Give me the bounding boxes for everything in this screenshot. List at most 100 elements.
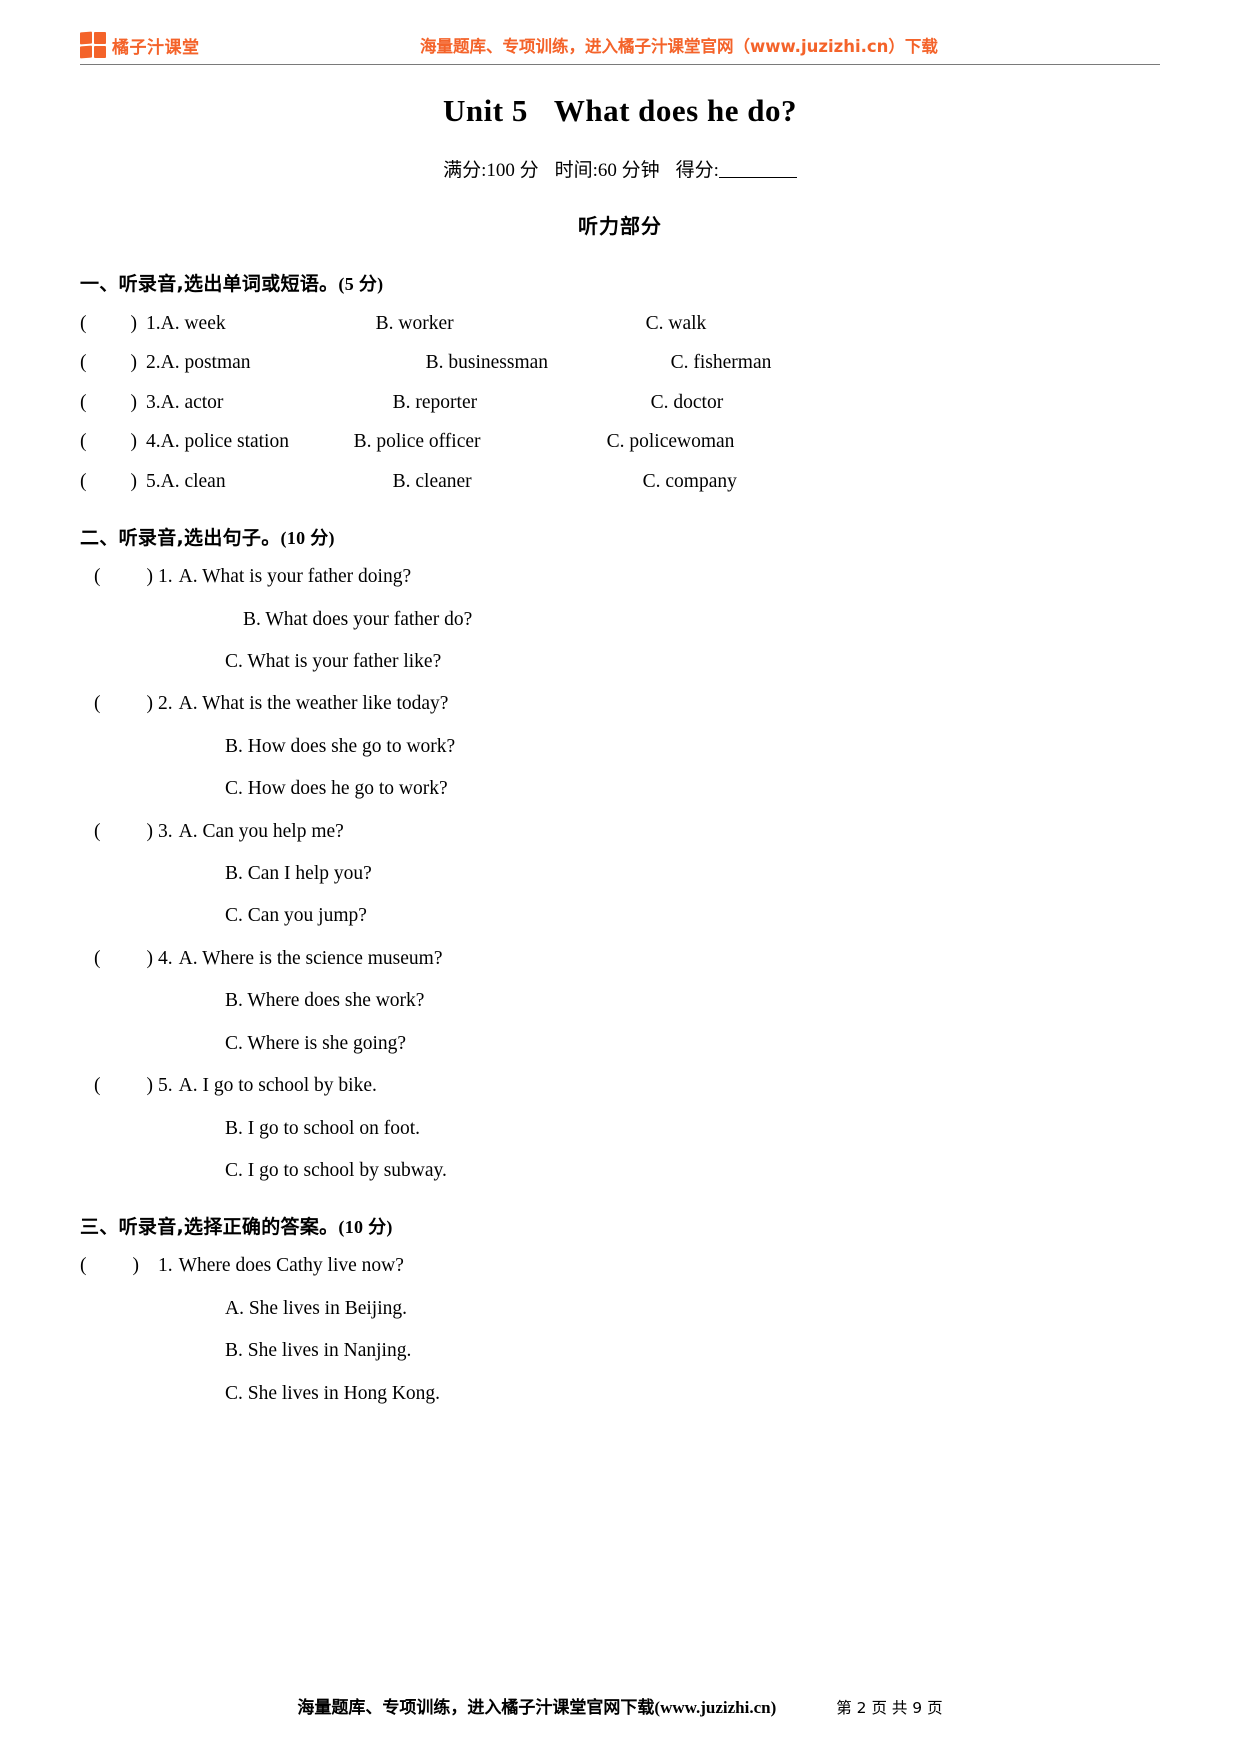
option-b[interactable]: B. How does she go to work? xyxy=(80,736,455,758)
option-a[interactable]: A. Where is the science museum? xyxy=(173,948,443,970)
question-line-c: C. I go to school by subway. xyxy=(80,1160,1160,1182)
option-b[interactable]: B. businessman xyxy=(426,352,671,374)
section-one-heading: 一、听录音,选出单词或短语。(5 分) xyxy=(80,269,1160,296)
title-name: What does he do? xyxy=(553,93,797,128)
question-text: Where does Cathy live now? xyxy=(178,1255,404,1277)
question-row: () 5. A. clean B. cleaner C. company xyxy=(80,471,1160,493)
header-promo-text: 海量题库、专项训练，进入橘子汁课堂官网（www.juzizhi.cn）下载 xyxy=(420,37,938,56)
question-number: 2. xyxy=(158,693,173,715)
question-block: () 1. Where does Cathy live now? A. She l… xyxy=(80,1255,1160,1405)
full-score-label: 满分:100 分 xyxy=(443,160,539,181)
option-a[interactable]: A. What is your father doing? xyxy=(173,566,412,588)
header-divider xyxy=(80,64,1160,65)
option-a[interactable]: A. postman xyxy=(161,352,426,374)
option-b[interactable]: B. cleaner xyxy=(393,471,643,493)
answer-bracket[interactable]: () xyxy=(80,1255,158,1277)
option-a[interactable]: A. I go to school by bike. xyxy=(173,1075,377,1097)
section-one: 一、听录音,选出单词或短语。(5 分) () 1. A. week B. work… xyxy=(80,269,1160,493)
question-line-b: B. Can I help you? xyxy=(80,863,1160,885)
option-b[interactable]: B. I go to school on foot. xyxy=(80,1118,420,1140)
question-line-b: B. How does she go to work? xyxy=(80,736,1160,758)
question-block: () 3. A. Can you help me? B. Can I help y… xyxy=(80,821,1160,928)
option-c[interactable]: C. She lives in Hong Kong. xyxy=(80,1383,440,1405)
time-label: 时间:60 分钟 xyxy=(554,160,660,181)
option-a[interactable]: A. clean xyxy=(161,471,393,493)
section-three-heading: 三、听录音,选择正确的答案。(10 分) xyxy=(80,1212,1160,1239)
question-line-prompt: () 1. Where does Cathy live now? xyxy=(80,1255,1160,1277)
question-number: 3. xyxy=(146,391,161,413)
question-line-c: C. What is your father like? xyxy=(80,651,1160,673)
section-three: 三、听录音,选择正确的答案。(10 分) () 1. Where does Cat… xyxy=(80,1212,1160,1405)
page-footer: 海量题库、专项训练，进入橘子汁课堂官网下载(www.juzizhi.cn) 第 … xyxy=(80,1693,1160,1718)
question-line-a: () 2. A. What is the weather like today? xyxy=(80,693,1160,715)
answer-bracket[interactable]: () xyxy=(80,693,158,715)
option-a[interactable]: A. week xyxy=(161,313,376,335)
option-c[interactable]: C. fisherman xyxy=(671,352,772,374)
option-c[interactable]: C. I go to school by subway. xyxy=(80,1160,447,1182)
document-page: 橘子汁课堂 海量题库、专项训练，进入橘子汁课堂官网（www.juzizhi.cn… xyxy=(0,0,1240,1754)
score-label: 得分: xyxy=(675,160,719,181)
answer-bracket[interactable]: () xyxy=(80,566,158,588)
option-c[interactable]: C. policewoman xyxy=(607,431,735,453)
part-title: 听力部分 xyxy=(578,214,662,238)
section-one-heading-text: 一、听录音,选出单词或短语。 xyxy=(80,273,339,295)
question-block: () 1. A. What is your father doing? B. Wh… xyxy=(80,566,1160,673)
option-b[interactable]: B. Can I help you? xyxy=(80,863,372,885)
option-c[interactable]: C. What is your father like? xyxy=(80,651,441,673)
option-b[interactable]: B. She lives in Nanjing. xyxy=(80,1340,411,1362)
question-row: () 1. A. week B. worker C. walk xyxy=(80,313,1160,335)
option-c[interactable]: C. How does he go to work? xyxy=(80,778,448,800)
question-number: 4. xyxy=(146,431,161,453)
option-b[interactable]: B. police officer xyxy=(354,431,607,453)
answer-bracket[interactable]: () xyxy=(80,392,146,414)
option-c[interactable]: C. walk xyxy=(646,313,707,335)
section-two: 二、听录音,选出句子。(10 分) () 1. A. What is your f… xyxy=(80,523,1160,1182)
option-a[interactable]: A. actor xyxy=(161,392,393,414)
question-line-a: A. She lives in Beijing. xyxy=(80,1298,1160,1320)
section-two-points: (10 分) xyxy=(280,528,335,549)
option-a[interactable]: A. She lives in Beijing. xyxy=(80,1298,407,1320)
section-three-points: (10 分) xyxy=(338,1217,393,1238)
option-b[interactable]: B. worker xyxy=(376,313,646,335)
option-a[interactable]: A. What is the weather like today? xyxy=(173,693,449,715)
question-number: 2. xyxy=(146,352,161,374)
answer-bracket[interactable]: () xyxy=(80,431,146,453)
question-row: () 3. A. actor B. reporter C. doctor xyxy=(80,392,1160,414)
section-two-heading-text: 二、听录音,选出句子。 xyxy=(80,527,281,550)
question-number: 1. xyxy=(146,313,161,334)
answer-bracket[interactable]: () xyxy=(80,471,146,493)
section-three-heading-text: 三、听录音,选择正确的答案。 xyxy=(80,1216,339,1239)
brand-name: 橘子汁课堂 xyxy=(112,37,200,58)
question-number: 5. xyxy=(146,470,161,492)
section-two-heading: 二、听录音,选出句子。(10 分) xyxy=(80,523,1160,550)
option-b[interactable]: B. Where does she work? xyxy=(80,990,424,1012)
option-b[interactable]: B. reporter xyxy=(393,392,651,414)
option-c[interactable]: C. Where is she going? xyxy=(80,1033,406,1055)
answer-bracket[interactable]: () xyxy=(80,352,146,374)
question-line-c: C. How does he go to work? xyxy=(80,778,1160,800)
page-header: 橘子汁课堂 海量题库、专项训练，进入橘子汁课堂官网（www.juzizhi.cn… xyxy=(80,0,1160,59)
question-number: 3. xyxy=(158,820,173,842)
question-number: 1. xyxy=(158,566,173,588)
question-number: 1. xyxy=(158,1255,173,1277)
option-b[interactable]: B. What does your father do? xyxy=(80,609,472,631)
question-line-a: () 4. A. Where is the science museum? xyxy=(80,948,1160,970)
option-a[interactable]: A. police station xyxy=(161,431,354,453)
footer-page-number: 第 2 页 共 9 页 xyxy=(836,1699,943,1717)
answer-bracket[interactable]: () xyxy=(80,1075,158,1097)
option-c[interactable]: C. doctor xyxy=(651,392,724,414)
answer-bracket[interactable]: () xyxy=(80,313,146,335)
answer-bracket[interactable]: () xyxy=(80,948,158,970)
option-c[interactable]: C. company xyxy=(643,471,737,493)
option-a[interactable]: A. Can you help me? xyxy=(173,821,344,843)
question-number: 4. xyxy=(158,947,173,969)
exam-meta: 满分:100 分时间:60 分钟 得分: xyxy=(80,155,1160,182)
grid-squares-icon xyxy=(80,31,106,59)
question-line-b: B. Where does she work? xyxy=(80,990,1160,1012)
score-blank-line[interactable] xyxy=(718,177,797,178)
question-line-c: C. She lives in Hong Kong. xyxy=(80,1383,1160,1405)
answer-bracket[interactable]: () xyxy=(80,821,158,843)
question-block: () 4. A. Where is the science museum? B. … xyxy=(80,948,1160,1055)
title-unit: Unit 5 xyxy=(443,93,528,128)
option-c[interactable]: C. Can you jump? xyxy=(80,905,367,927)
